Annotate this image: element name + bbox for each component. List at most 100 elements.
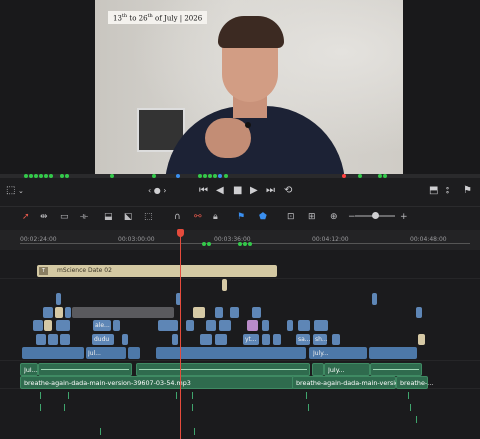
zoom-custom-icon[interactable]: ⊕ [330, 211, 338, 223]
video-clip[interactable] [158, 320, 178, 331]
video-clip[interactable] [416, 307, 422, 318]
snapping-icon[interactable]: ∩ [174, 211, 181, 223]
video-clip[interactable] [369, 347, 417, 359]
video-clip[interactable] [219, 320, 231, 331]
zoom-fit-icon[interactable]: ⊡ [287, 211, 295, 223]
marker-green[interactable] [208, 174, 212, 178]
marker-green[interactable] [383, 174, 387, 178]
marker-green[interactable] [49, 174, 53, 178]
video-clip[interactable] [72, 307, 174, 318]
audio-marker[interactable] [416, 416, 417, 423]
video-clip[interactable] [215, 307, 223, 318]
trim-tool-icon[interactable]: ⇹ [40, 211, 48, 223]
marker-green[interactable] [29, 174, 33, 178]
timeline-marker[interactable] [238, 242, 242, 246]
marker-icon[interactable]: ⬟ [259, 211, 267, 223]
video-clip[interactable]: sa... [296, 334, 311, 345]
skip-end-icon[interactable]: ⏭ [266, 185, 275, 197]
video-clip[interactable] [60, 334, 70, 345]
video-clip[interactable]: sh... [313, 334, 328, 345]
audio-marker[interactable] [192, 404, 193, 411]
marker-green[interactable] [44, 174, 48, 178]
skip-start-icon[interactable]: ⏮ [199, 185, 208, 197]
audio-marker[interactable] [40, 392, 41, 399]
prev-frame-icon[interactable]: ‹ ● › [148, 185, 166, 197]
marker-green[interactable] [65, 174, 69, 178]
video-clip[interactable] [156, 347, 306, 359]
audio-clip[interactable]: July... [324, 363, 370, 376]
video-clip[interactable] [298, 320, 310, 331]
audio-marker[interactable] [64, 404, 65, 411]
audio-clip[interactable]: breathe-... [396, 376, 433, 389]
marker-green[interactable] [60, 174, 64, 178]
video-clip[interactable] [200, 334, 212, 345]
overwrite-icon[interactable]: ⬕ [124, 211, 133, 223]
video-clip[interactable] [56, 293, 61, 305]
timeline-marker[interactable] [248, 242, 252, 246]
video-clip[interactable]: dudu [92, 334, 114, 345]
mark-icon[interactable]: ⦂ [446, 185, 449, 197]
video-clip[interactable] [247, 320, 258, 331]
audio-marker[interactable] [306, 392, 307, 399]
replace-icon[interactable]: ⬚ [144, 211, 153, 223]
audio-clip[interactable] [370, 363, 422, 376]
video-clip[interactable] [128, 347, 140, 359]
timeline-ruler[interactable]: 00:02:24:00 00:03:00:00 00:03:36:00 00:0… [0, 230, 480, 250]
flag-icon[interactable]: ⚑ [237, 211, 245, 223]
playhead-handle[interactable] [177, 229, 184, 237]
zoom-out-icon[interactable]: − [348, 211, 356, 223]
video-clip[interactable] [206, 320, 216, 331]
timeline-marker[interactable] [207, 242, 211, 246]
video-clip[interactable] [55, 307, 63, 318]
marker-green[interactable] [358, 174, 362, 178]
video-clip[interactable] [252, 307, 261, 318]
video-clip[interactable] [262, 320, 269, 331]
dynamic-trim-icon[interactable]: ▭ [60, 211, 69, 223]
marker-green[interactable] [213, 174, 217, 178]
video-clip[interactable] [44, 320, 52, 331]
video-clip[interactable] [65, 307, 71, 318]
title-clip[interactable]: T mScience Date 02 [37, 265, 277, 277]
lock-icon[interactable]: 🔒︎ [213, 211, 218, 223]
zoom-detail-icon[interactable]: ⊞ [308, 211, 316, 223]
video-clip[interactable] [36, 334, 46, 345]
video-clip[interactable] [230, 307, 239, 318]
video-clip[interactable] [273, 334, 281, 345]
video-clip[interactable] [372, 293, 377, 305]
audio-marker[interactable] [176, 392, 177, 399]
marker-green[interactable] [378, 174, 382, 178]
timeline-marker[interactable] [202, 242, 206, 246]
audio-clip[interactable]: breathe-again-dada-main-version-39607-03… [20, 376, 294, 389]
marker-green[interactable] [224, 174, 228, 178]
video-clip[interactable] [314, 320, 328, 331]
audio-clip[interactable] [136, 363, 310, 376]
video-clip[interactable] [186, 320, 194, 331]
video-clip[interactable] [172, 334, 178, 345]
marker-green[interactable] [198, 174, 202, 178]
marker-green[interactable] [34, 174, 38, 178]
selection-tool-icon[interactable]: ➚ [22, 211, 30, 223]
video-clip[interactable] [48, 334, 58, 345]
loop-icon[interactable]: ⟲ [284, 185, 292, 197]
marker-blue[interactable] [176, 174, 180, 178]
audio-clip[interactable] [38, 363, 132, 376]
marker-blue[interactable] [218, 174, 222, 178]
video-preview[interactable]: 13th to 26th of July | 2026 [95, 0, 403, 174]
audio-clip[interactable]: breathe-again-dada-main-version-39... [292, 376, 420, 389]
video-clip[interactable] [122, 334, 128, 345]
video-clip[interactable] [33, 320, 43, 331]
linked-selection-icon[interactable]: ⚯ [194, 211, 202, 223]
video-clip[interactable]: Jul... [86, 347, 126, 359]
audio-marker[interactable] [40, 404, 41, 411]
marker-green[interactable] [110, 174, 114, 178]
audio-clip[interactable]: Jul... [20, 363, 38, 376]
audio-marker[interactable] [408, 392, 409, 399]
video-clip[interactable] [418, 334, 425, 345]
marker-green[interactable] [24, 174, 28, 178]
zoom-slider-knob[interactable] [372, 212, 379, 219]
fullscreen-icon[interactable]: ⬒ [429, 185, 438, 197]
audio-marker[interactable] [100, 428, 101, 435]
video-clip[interactable]: ale... [93, 320, 111, 331]
video-clip[interactable] [215, 334, 227, 345]
blade-tool-icon[interactable]: ⟛ [80, 211, 88, 223]
